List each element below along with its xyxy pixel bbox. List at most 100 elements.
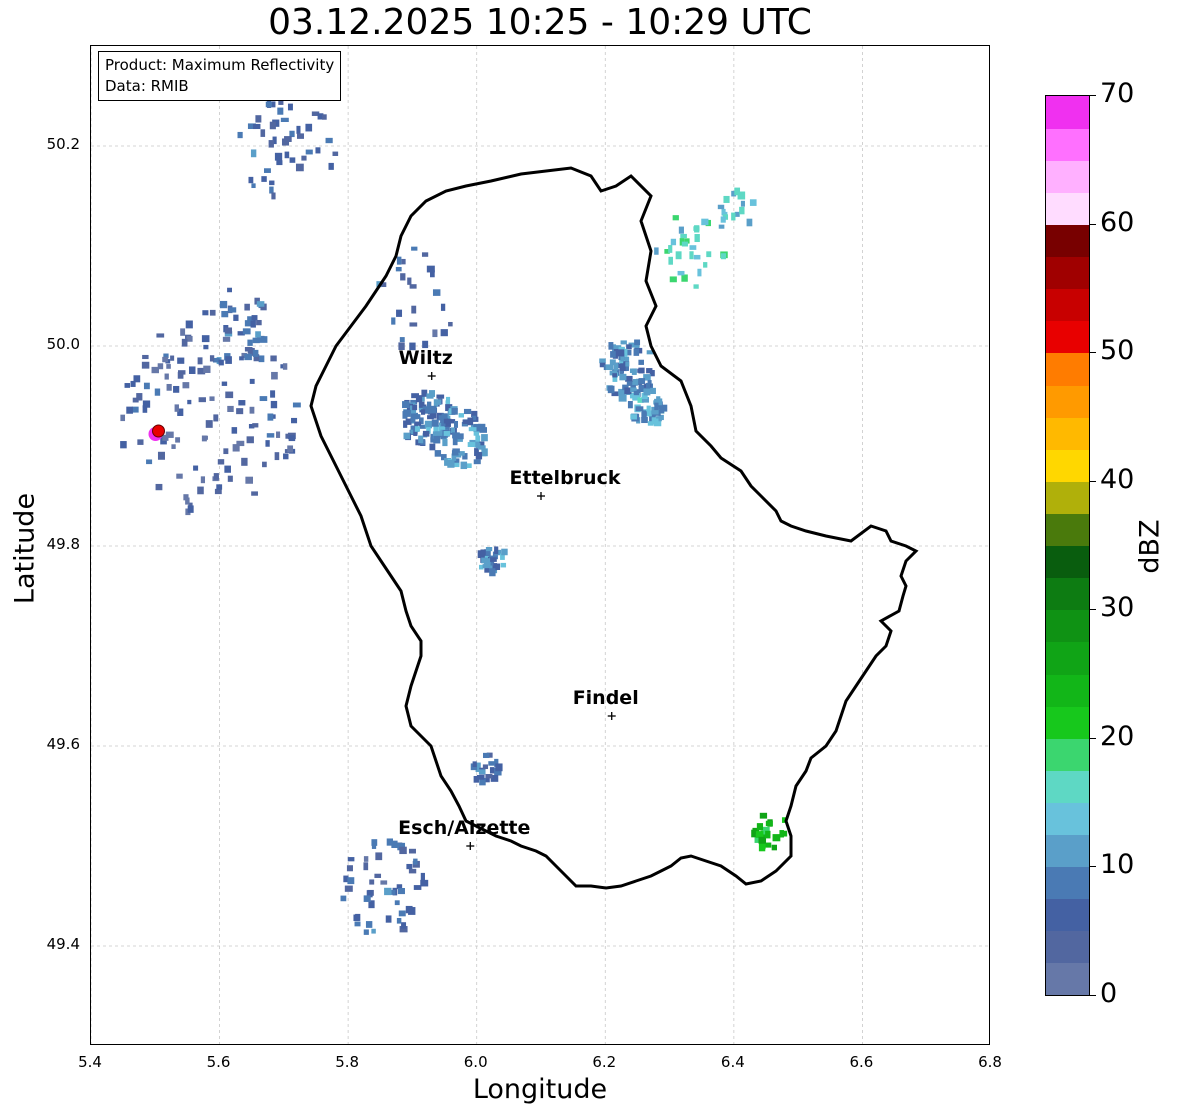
radar-echo-pixel: [270, 390, 276, 398]
city-marker[interactable]: [607, 712, 616, 720]
radar-echo-pixel: [608, 342, 614, 350]
radar-site-marker[interactable]: [152, 424, 165, 438]
colorbar-segment: [1046, 417, 1089, 450]
colorbar-tick-mark: [1090, 352, 1096, 354]
radar-echo-pixel: [222, 336, 231, 342]
radar-echo-pixel: [765, 842, 772, 848]
radar-echo-pixel: [198, 397, 206, 403]
radar-echo-pixel: [421, 409, 426, 415]
radar-echo-pixel: [450, 427, 456, 434]
radar-echo-pixel: [616, 349, 625, 357]
radar-echo-pixel: [765, 830, 771, 839]
radar-echo-pixel: [668, 245, 673, 253]
radar-echo-pixel: [458, 413, 464, 418]
radar-echo-pixel: [482, 752, 490, 759]
radar-echo-pixel: [618, 394, 627, 402]
y-tick-label: 50.2: [46, 135, 80, 153]
radar-echo-pixel: [133, 375, 141, 383]
radar-echo-pixel: [637, 368, 645, 373]
colorbar-tick-label: 20: [1100, 720, 1135, 752]
radar-echo-pixel: [420, 872, 425, 881]
city-marker[interactable]: [466, 842, 475, 850]
radar-echo-pixel: [495, 763, 503, 772]
radar-echo-pixel: [620, 340, 627, 345]
radar-echo-pixel: [245, 476, 253, 484]
colorbar-segment: [1046, 256, 1089, 290]
radar-echo-pixel: [305, 123, 313, 132]
radar-echo-pixel: [443, 431, 451, 436]
radar-echo-pixel: [483, 558, 491, 567]
radar-echo-pixel: [610, 351, 616, 358]
radar-echo-pixel: [467, 442, 476, 448]
radar-echo-pixel: [292, 402, 301, 408]
radar-echo-pixel: [185, 497, 190, 505]
radar-echo-pixel: [494, 546, 499, 555]
radar-echo-pixel: [689, 245, 697, 250]
radar-echo-pixel: [187, 505, 194, 513]
city-marker[interactable]: [537, 492, 545, 500]
radar-echo-pixel: [225, 356, 232, 364]
radar-echo-pixel: [668, 256, 673, 265]
radar-echo-pixel: [296, 125, 301, 134]
radar-echo-pixel: [625, 361, 630, 367]
radar-echo-pixel: [399, 337, 405, 343]
radar-echo-pixel: [396, 917, 402, 924]
radar-echo-pixel: [236, 408, 244, 415]
colorbar-tick-label: 40: [1100, 463, 1135, 495]
radar-echo-pixel: [305, 149, 313, 155]
radar-echo-pixel: [489, 767, 495, 774]
radar-echo-pixel: [371, 839, 378, 846]
radar-echo-pixel: [599, 358, 606, 364]
radar-echo-pixel: [488, 761, 496, 766]
city-marker[interactable]: [427, 372, 436, 380]
radar-echo-pixel: [440, 329, 448, 337]
radar-echo-pixel: [197, 486, 204, 495]
radar-echo-pixel: [181, 338, 188, 347]
colorbar-tick-mark: [1090, 223, 1096, 225]
radar-echo-pixel: [694, 234, 700, 243]
colorbar-segment: [1046, 128, 1089, 161]
radar-echo-pixel: [227, 405, 234, 412]
colorbar-segment: [1046, 577, 1089, 611]
radar-echo-pixel: [244, 303, 250, 311]
radar-echo-pixel: [284, 136, 292, 142]
city-label: Wiltz: [398, 347, 453, 369]
radar-echo-pixel: [452, 448, 460, 453]
radar-echo-pixel: [481, 434, 488, 442]
radar-echo-pixel: [185, 320, 193, 329]
radar-echo-pixel: [165, 431, 174, 438]
radar-echo-pixel: [619, 373, 627, 381]
radar-echo-pixel: [677, 270, 685, 276]
colorbar-segment: [1046, 288, 1089, 322]
radar-echo-pixel: [260, 129, 266, 137]
radar-echo-pixel: [261, 176, 267, 182]
radar-echo-pixel: [251, 491, 258, 496]
radar-echo-pixel: [475, 452, 483, 460]
radar-echo-pixel: [680, 233, 687, 239]
radar-echo-pixel: [224, 465, 231, 473]
radar-echo-pixel: [295, 163, 304, 172]
radar-echo-pixel: [734, 187, 741, 196]
radar-echo-pixel: [779, 830, 784, 838]
radar-echo-pixel: [322, 114, 327, 120]
radar-echo-pixel: [253, 123, 261, 130]
colorbar-tick-mark: [1090, 866, 1096, 868]
radar-echo-pixel: [476, 774, 485, 780]
radar-echoes: [120, 82, 788, 935]
radar-echo-pixel: [759, 812, 768, 819]
colorbar-tick-label: 70: [1100, 78, 1135, 109]
radar-echo-pixel: [174, 404, 179, 412]
radar-echo-pixel: [402, 401, 410, 409]
radar-echo-pixel: [180, 328, 186, 336]
colorbar-segment: [1046, 192, 1089, 226]
radar-echo-pixel: [182, 382, 190, 389]
radar-echo-pixel: [413, 858, 418, 865]
radar-echo-pixel: [641, 410, 646, 419]
radar-echo-pixel: [237, 131, 243, 139]
radar-echo-pixel: [269, 121, 276, 130]
colorbar-tick-mark: [1090, 995, 1096, 996]
colorbar-tick-label: 0: [1100, 978, 1118, 1009]
radar-echo-pixel: [384, 887, 392, 896]
gridlines: [91, 46, 989, 1044]
map-plot-area[interactable]: [90, 45, 990, 1045]
